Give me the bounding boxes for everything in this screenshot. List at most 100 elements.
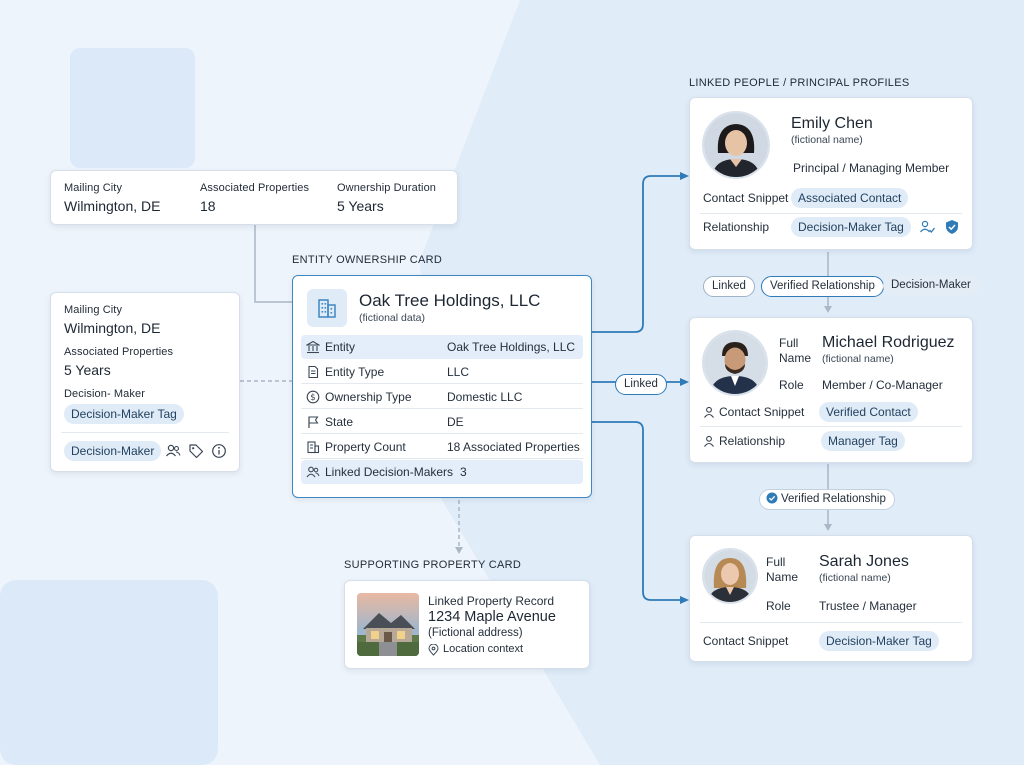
divider: [61, 432, 229, 433]
property-record-label: Linked Property Record: [428, 594, 555, 608]
contact-snippet-label: Contact Snippet: [719, 405, 805, 419]
property-section-title: SUPPORTING PROPERTY CARD: [344, 559, 522, 571]
divider: [700, 426, 962, 427]
verified-contact-tag[interactable]: Verified Contact: [819, 402, 918, 422]
property-count-row: Property Count 18 Associated Properties: [301, 435, 583, 459]
associated-properties-label: Associated Properties: [64, 346, 174, 358]
full-name-label: Full: [766, 555, 786, 569]
location-pin-icon: [428, 644, 439, 656]
property-address-note: (Fictional address): [428, 627, 523, 639]
decision-maker-label: Decision- Maker: [64, 388, 145, 400]
info-icon[interactable]: [211, 443, 227, 459]
verified-relationship-label: Verified Relationship: [781, 493, 886, 505]
ownership-type-row: $ Ownership Type Domestic LLC: [301, 385, 583, 409]
state-label: State: [325, 415, 354, 429]
role-label: Role: [779, 378, 804, 392]
linked-pill[interactable]: Linked: [703, 276, 755, 297]
property-count-label: Property Count: [325, 440, 406, 454]
linked-decision-makers-row: Linked Decision-Makers 3: [301, 460, 583, 484]
ownership-duration-value: 5 Years: [337, 198, 384, 214]
divider: [700, 622, 962, 623]
full-name-label: Full: [779, 336, 799, 350]
relationship-label: Relationship: [703, 220, 770, 234]
entity-section-title: ENTITY OWNERSHIP CARD: [292, 254, 443, 266]
verified-shield-icon[interactable]: [944, 219, 960, 235]
divider: [700, 213, 962, 214]
entity-ownership-card[interactable]: Oak Tree Holdings, LLC (fictional data) …: [292, 275, 592, 498]
check-circle-icon: [766, 492, 778, 504]
ownership-duration-label: Ownership Duration: [337, 182, 437, 194]
property-count-value: 18 Associated Properties: [447, 440, 580, 454]
associated-contact-tag[interactable]: Associated Contact: [791, 188, 909, 208]
profile-note: (fictional name): [791, 134, 863, 146]
profile-name: Michael Rodriguez: [822, 334, 955, 351]
relationship-label: Relationship: [719, 434, 786, 448]
associated-properties-value: 18: [200, 198, 216, 214]
associated-properties-label: Associated Properties: [200, 182, 310, 194]
manager-tag[interactable]: Manager Tag: [821, 431, 905, 451]
entity-logo-icon: [307, 289, 347, 327]
property-address: 1234 Maple Avenue: [428, 609, 556, 625]
profile-card-emily[interactable]: Emily Chen (fictional name) Principal / …: [689, 97, 973, 250]
ownership-type-label: Ownership Type: [325, 390, 412, 404]
entity-name: Oak Tree Holdings, LLC: [359, 291, 541, 310]
people-icon: [306, 466, 320, 478]
entity-type-row: Entity Type LLC: [301, 360, 583, 384]
ownership-type-value: Domestic LLC: [447, 390, 523, 404]
mailing-city-value: Wilmington, DE: [64, 198, 161, 214]
supporting-property-card[interactable]: Linked Property Record 1234 Maple Avenue…: [344, 580, 590, 669]
mailing-city-value: Wilmington, DE: [64, 320, 161, 336]
bank-icon: [306, 340, 320, 354]
user-check-icon[interactable]: [919, 219, 935, 235]
contact-snippet-label: Contact Snippet: [703, 634, 789, 648]
avatar: [702, 548, 758, 604]
summary-card-side: Mailing City Wilmington, DE Associated P…: [50, 292, 240, 472]
house-photo: [357, 593, 419, 656]
profile-role: Trustee / Manager: [819, 599, 917, 613]
decision-maker-tag[interactable]: Decision-Maker Tag: [64, 404, 184, 424]
verified-relationship-pill[interactable]: Verified Relationship: [759, 489, 895, 510]
svg-text:$: $: [310, 393, 315, 403]
profile-card-michael[interactable]: Full Name Michael Rodriguez (fictional n…: [689, 317, 973, 463]
linked-pill[interactable]: Linked: [615, 374, 667, 395]
property-location: Location context: [443, 643, 524, 655]
contact-snippet-label: Contact Snippet: [703, 191, 789, 205]
entity-type-value: LLC: [447, 365, 470, 379]
entity-type-label: Entity Type: [325, 365, 385, 379]
building-icon: [307, 441, 320, 454]
linked-decision-makers-label: Linked Decision-Makers: [325, 465, 454, 479]
profile-role: Principal / Managing Member: [793, 161, 950, 175]
entity-row-label: Entity: [325, 340, 356, 354]
state-row: State DE: [301, 410, 583, 434]
profile-note: (fictional name): [822, 353, 894, 365]
people-icon[interactable]: [165, 443, 181, 459]
mailing-city-label: Mailing City: [64, 304, 123, 316]
verified-relationship-pill[interactable]: Verified Relationship: [761, 276, 884, 297]
people-section-title: LINKED PEOPLE / PRINCIPAL PROFILES: [689, 77, 910, 89]
profile-name: Sarah Jones: [819, 553, 909, 570]
person-icon: [704, 435, 714, 447]
decision-maker-badge[interactable]: Decision-Maker: [64, 441, 162, 461]
associated-properties-value: 5 Years: [64, 362, 111, 378]
entity-subtitle: (fictional data): [359, 312, 425, 324]
profile-role: Member / Co-Manager: [822, 378, 943, 392]
doc-icon: [308, 365, 319, 379]
decision-maker-tag[interactable]: Decision-Maker Tag: [819, 631, 939, 651]
tag-icon[interactable]: [188, 443, 204, 459]
role-label: Role: [766, 599, 791, 613]
full-name-label-2: Name: [779, 351, 812, 365]
avatar: [702, 330, 768, 396]
person-icon: [704, 406, 714, 418]
profile-note: (fictional name): [819, 572, 891, 584]
avatar: [702, 111, 770, 179]
entity-row-value: Oak Tree Holdings, LLC: [447, 340, 576, 354]
summary-card-top: Mailing City Wilmington, DE Associated P…: [50, 170, 458, 225]
full-name-label-2: Name: [766, 570, 799, 584]
linked-decision-makers-value: 3: [460, 465, 467, 479]
dollar-icon: $: [306, 390, 320, 404]
decision-maker-pill[interactable]: Decision-Maker: [883, 276, 979, 295]
profile-card-sarah[interactable]: Full Name Sarah Jones (fictional name) R…: [689, 535, 973, 662]
decision-maker-tag[interactable]: Decision-Maker Tag: [791, 217, 911, 237]
state-value: DE: [447, 415, 464, 429]
flag-icon: [308, 416, 319, 428]
